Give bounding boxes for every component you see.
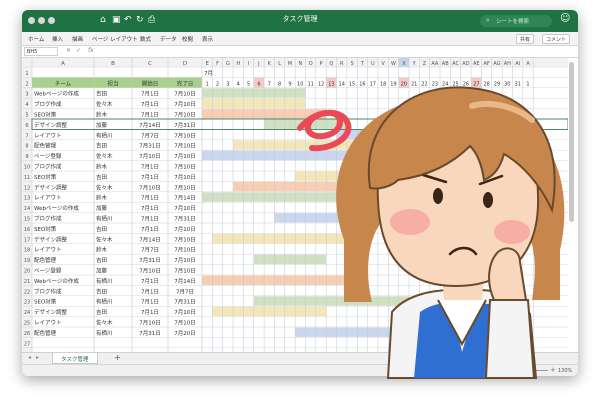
sleeve (484, 299, 536, 379)
left-cheek (390, 209, 430, 235)
confused-woman-illustration (297, 86, 565, 379)
right-cheek (494, 220, 530, 244)
confusion-swirl (297, 109, 352, 152)
left-eye (433, 188, 443, 204)
right-eye (483, 192, 493, 208)
